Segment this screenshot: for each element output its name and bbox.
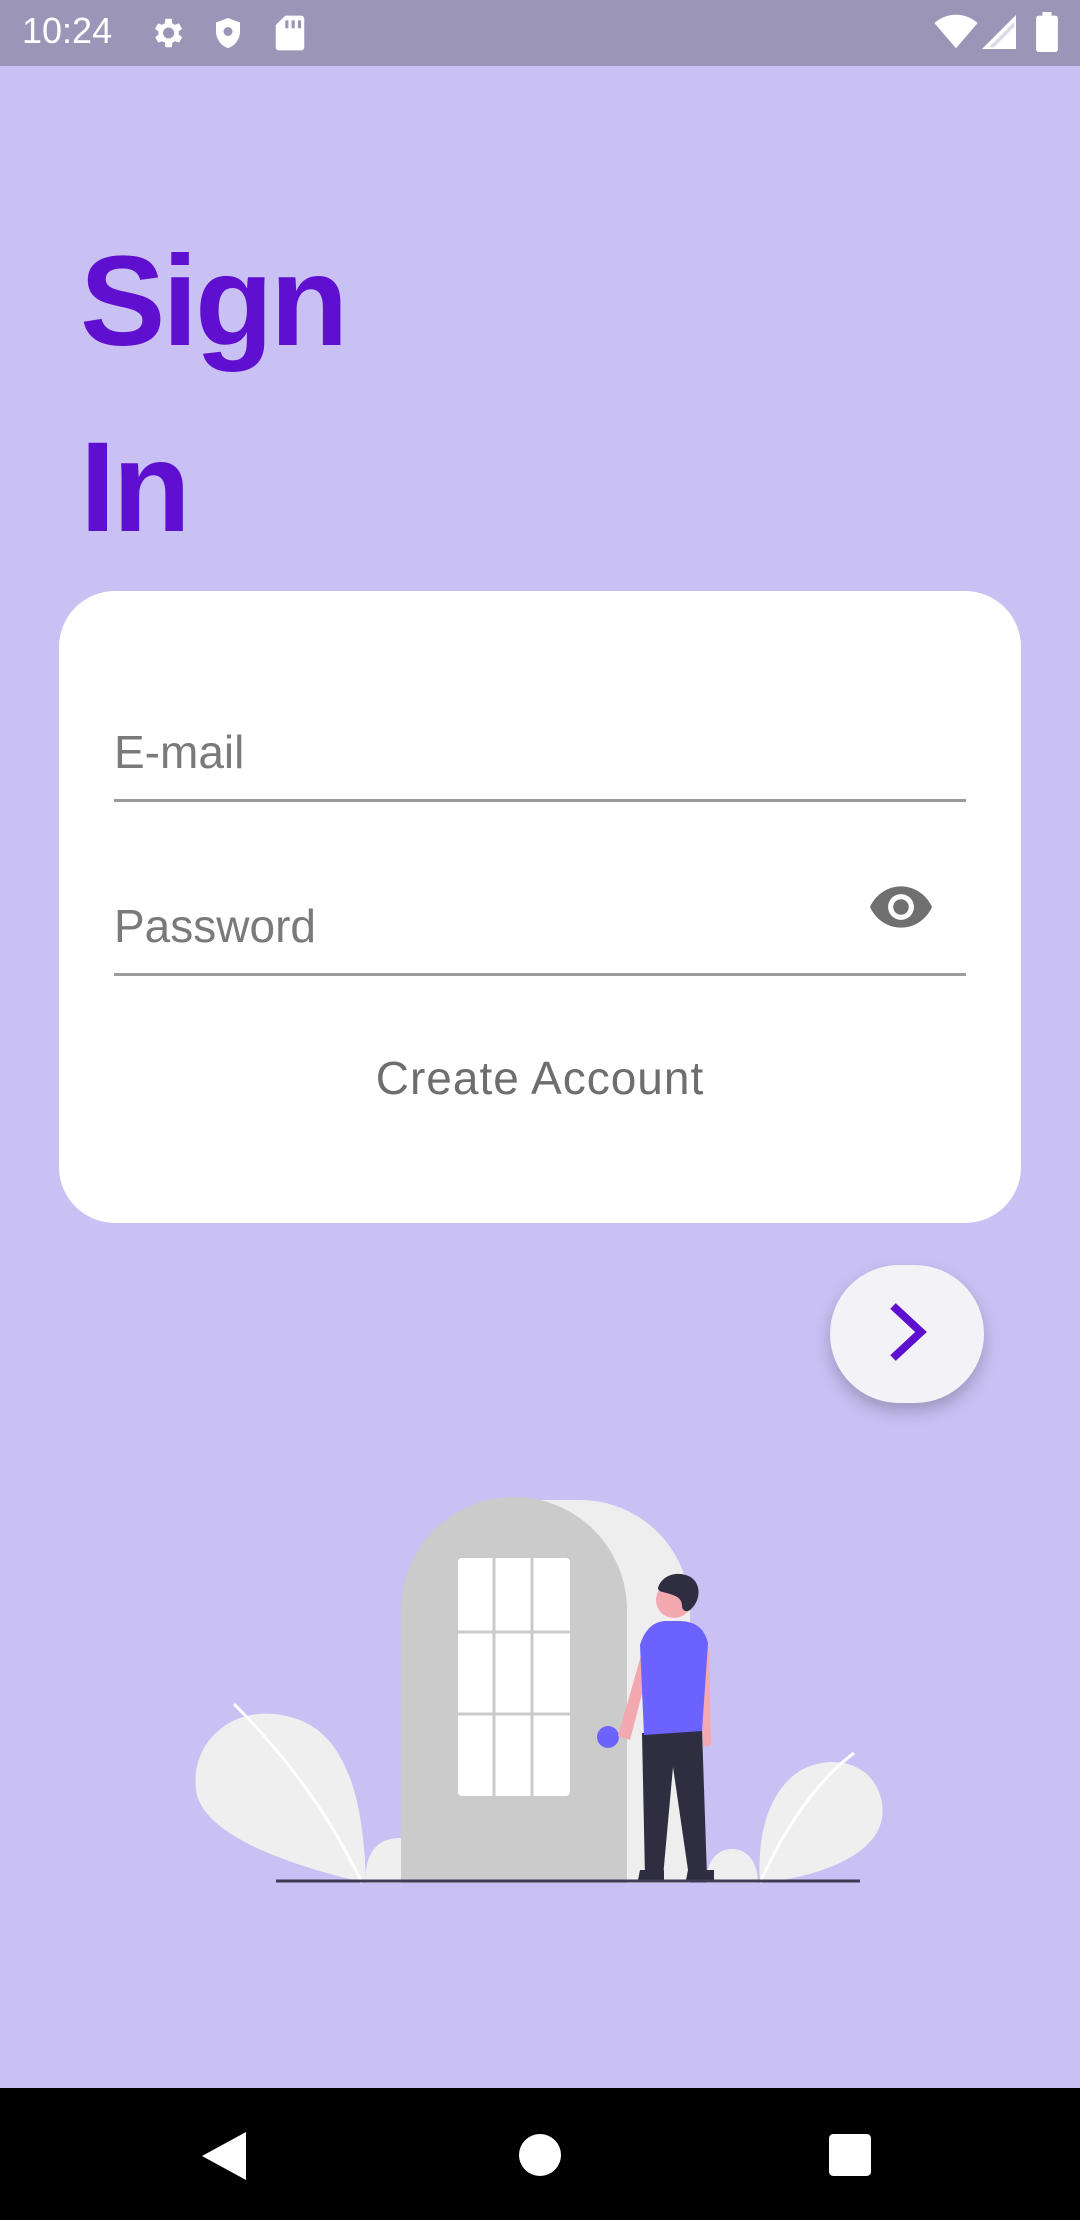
- recents-icon[interactable]: [829, 2134, 871, 2180]
- navigation-bar: [0, 2088, 1080, 2220]
- email-input[interactable]: [114, 725, 874, 779]
- signal-icon: [982, 14, 1016, 54]
- gear-icon: [148, 14, 186, 56]
- sign-in-card: Create Account: [59, 591, 1021, 1223]
- create-account-link[interactable]: Create Account: [59, 1051, 1021, 1105]
- next-button[interactable]: [830, 1265, 984, 1403]
- status-time: 10:24: [22, 10, 113, 51]
- password-input[interactable]: [114, 899, 874, 953]
- email-field: [114, 689, 966, 802]
- page-title-line-2: In: [80, 416, 191, 559]
- status-bar: 10:24: [0, 0, 1080, 66]
- back-icon[interactable]: [202, 2132, 246, 2184]
- sd-card-icon: [274, 14, 306, 56]
- eye-icon[interactable]: [870, 885, 932, 933]
- shield-icon: [210, 14, 246, 56]
- home-icon[interactable]: [519, 2134, 561, 2180]
- wifi-icon: [934, 14, 978, 54]
- door-illustration: [190, 1460, 890, 1894]
- chevron-right-icon: [885, 1302, 929, 1366]
- battery-icon: [1036, 12, 1058, 56]
- password-field: [114, 863, 966, 976]
- page-title-line-1: Sign: [80, 230, 348, 373]
